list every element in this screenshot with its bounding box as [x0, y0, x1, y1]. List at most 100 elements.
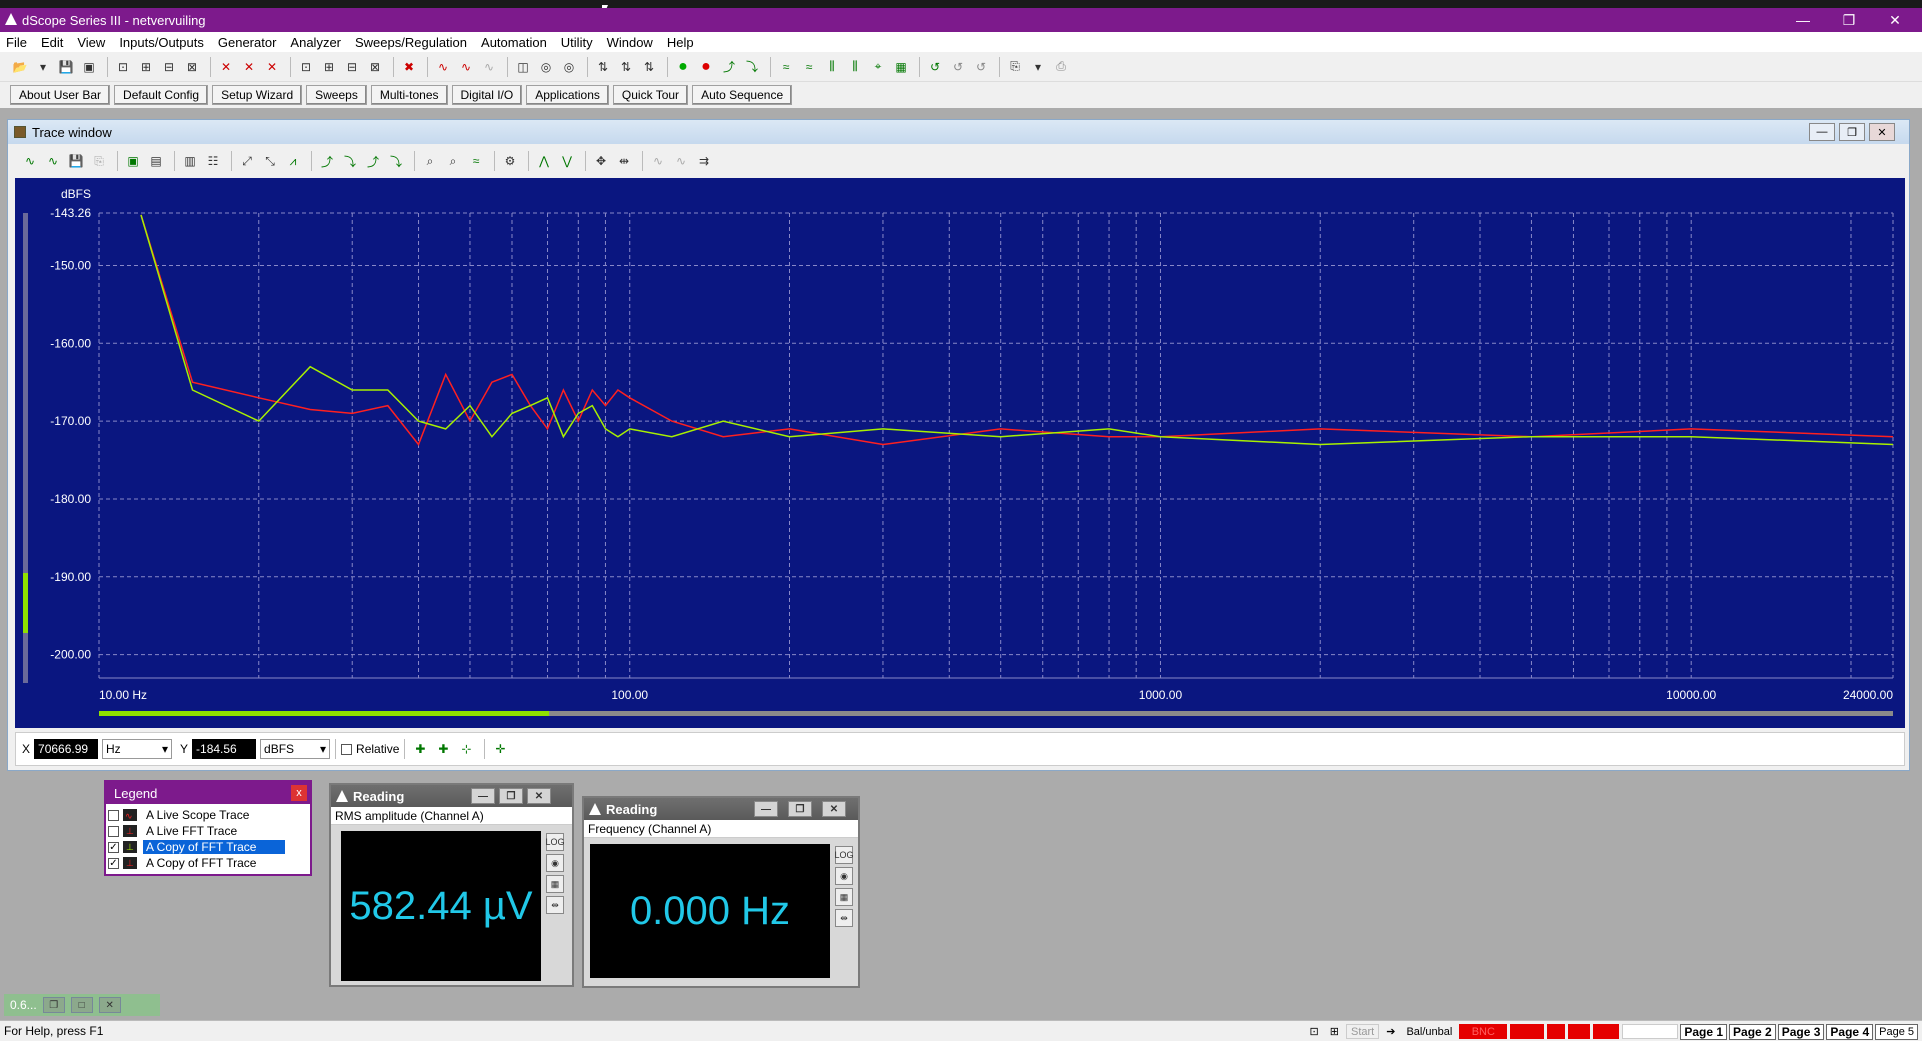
page-1-button[interactable]: Page 1 — [1680, 1023, 1728, 1040]
x-value-field[interactable]: 70666.99 — [34, 739, 99, 759]
trace-plot[interactable]: -143.26 -150.00 -160.00 -170.00 -180.00 -190.… — [15, 178, 1905, 728]
multi-tones-button[interactable]: Multi-tones — [370, 85, 448, 105]
legend-checkbox[interactable] — [108, 825, 119, 837]
trace-icon[interactable]: ∿ — [433, 57, 453, 77]
cursor-icon[interactable]: ⤵ — [386, 151, 406, 171]
cursor-settings-icon[interactable]: ✛ — [490, 739, 510, 759]
page-2-button[interactable]: Page 2 — [1729, 1023, 1776, 1040]
maximize-button[interactable]: ❐ — [1826, 8, 1872, 32]
log-icon[interactable]: LOG — [546, 833, 565, 851]
restore-icon[interactable]: ❐ — [42, 997, 65, 1013]
quick-tour-button[interactable]: Quick Tour — [612, 85, 689, 105]
x-unit-select[interactable]: Hz ▾ — [102, 739, 173, 759]
menu-window[interactable]: Window — [607, 35, 653, 50]
pan-icon[interactable]: ✥ — [591, 151, 611, 171]
cursor-icon[interactable]: ⤵ — [340, 151, 360, 171]
trace-icon[interactable]: ∿ — [479, 57, 499, 77]
filter-icon[interactable]: ≈ — [776, 57, 796, 77]
legend-item[interactable]: ⊥ A Live FFT Trace — [106, 823, 310, 839]
dropdown-arrow-icon[interactable]: ▾ — [33, 57, 53, 77]
curve-icon[interactable]: ⇉ — [694, 151, 714, 171]
menu-generator[interactable]: Generator — [218, 35, 277, 50]
generator-off-icon[interactable]: ✕ — [216, 57, 236, 77]
legend-checkbox[interactable] — [108, 809, 119, 821]
script-icon[interactable]: ↺ — [971, 57, 991, 77]
channel-icon[interactable]: ⇅ — [639, 57, 659, 77]
sweep-icon[interactable]: ⤴ — [719, 57, 739, 77]
minimized-window[interactable]: 0.6... ❐ □ ✕ — [4, 994, 160, 1016]
filter-icon[interactable]: ≈ — [799, 57, 819, 77]
auto-sequence-button[interactable]: Auto Sequence — [692, 85, 793, 105]
reading-close-button[interactable]: ✕ — [822, 801, 846, 817]
digital-io-button[interactable]: Digital I/O — [451, 85, 523, 105]
trace-restore-button[interactable]: ❐ — [1839, 123, 1865, 141]
wave-icon[interactable]: ≈ — [466, 151, 486, 171]
marker-icon[interactable]: ⋁ — [557, 151, 577, 171]
dropdown-arrow-icon[interactable]: ▾ — [1028, 57, 1048, 77]
chart-icon[interactable]: ▦ — [835, 888, 853, 906]
curve-icon[interactable]: ∿ — [648, 151, 668, 171]
channel-icon[interactable]: ⇅ — [593, 57, 613, 77]
sweep-settings-icon[interactable]: ⤵ — [742, 57, 762, 77]
graph-icon[interactable]: ▤ — [146, 151, 166, 171]
resize-icon[interactable]: ⇹ — [546, 896, 564, 914]
cursor-icon[interactable]: ⤴ — [363, 151, 383, 171]
add-cursor-icon[interactable]: ✚ — [433, 739, 453, 759]
generator-off-icon[interactable]: ✕ — [262, 57, 282, 77]
page-4-button[interactable]: Page 4 — [1826, 1023, 1874, 1040]
save-icon[interactable]: 💾 — [56, 57, 76, 77]
save-all-icon[interactable]: ▣ — [79, 57, 99, 77]
input-icon[interactable]: ⊞ — [319, 57, 339, 77]
about-user-bar-button[interactable]: About User Bar — [10, 85, 111, 105]
default-config-button[interactable]: Default Config — [114, 85, 209, 105]
chart-icon[interactable]: ▦ — [546, 875, 564, 893]
output-icon[interactable]: ⊡ — [113, 57, 133, 77]
meter-icon[interactable]: ◉ — [546, 854, 564, 872]
legend-item[interactable]: ✓ ⊥ A Copy of FFT Trace — [106, 839, 310, 855]
legend-checkbox[interactable]: ✓ — [108, 857, 119, 869]
zoom-icon[interactable]: ⤢ — [237, 151, 257, 171]
open-icon[interactable]: 📂 — [10, 57, 30, 77]
y-unit-select[interactable]: dBFS ▾ — [260, 739, 331, 759]
legend-checkbox[interactable]: ✓ — [108, 841, 119, 853]
log-icon[interactable]: LOG — [835, 846, 854, 864]
trace-minimize-button[interactable]: — — [1809, 123, 1835, 141]
applications-button[interactable]: Applications — [526, 85, 609, 105]
settings-icon[interactable]: ⚙ — [500, 151, 520, 171]
bar-icon[interactable]: ⫼ — [822, 57, 842, 77]
resize-icon[interactable]: ⇹ — [835, 909, 853, 927]
output-icon[interactable]: ⊠ — [182, 57, 202, 77]
channel-icon[interactable]: ⇅ — [616, 57, 636, 77]
page-5-button[interactable]: Page 5 — [1875, 1023, 1918, 1040]
maximize-icon[interactable]: □ — [70, 997, 93, 1013]
trace-icon[interactable]: ∿ — [43, 151, 63, 171]
reading-restore-button[interactable]: ❐ — [499, 788, 523, 804]
list-icon[interactable]: ☷ — [203, 151, 223, 171]
output-icon[interactable]: ⊟ — [159, 57, 179, 77]
close-button[interactable]: ✕ — [1872, 8, 1918, 32]
trace-icon[interactable]: ∿ — [20, 151, 40, 171]
meter-icon[interactable]: ◎ — [536, 57, 556, 77]
search-icon[interactable]: ⌕ — [443, 151, 463, 171]
chart-icon[interactable]: ▦ — [891, 57, 911, 77]
reading-close-button[interactable]: ✕ — [527, 788, 551, 804]
menu-edit[interactable]: Edit — [41, 35, 63, 50]
page-3-button[interactable]: Page 3 — [1777, 1023, 1825, 1040]
menu-sweeps-regulation[interactable]: Sweeps/Regulation — [355, 35, 467, 50]
add-cursor-icon[interactable]: ✚ — [410, 739, 430, 759]
scale-icon[interactable]: ⩘ — [283, 151, 303, 171]
y-value-field[interactable]: -184.56 — [192, 739, 257, 759]
stop-icon[interactable]: ✖ — [399, 57, 419, 77]
export-icon[interactable]: ⎘ — [1005, 57, 1025, 77]
run-icon[interactable]: ● — [673, 57, 693, 77]
close-icon[interactable]: ✕ — [98, 997, 121, 1013]
input-icon[interactable]: ⊟ — [342, 57, 362, 77]
input-icon[interactable]: ⊠ — [365, 57, 385, 77]
setup-wizard-button[interactable]: Setup Wizard — [212, 85, 303, 105]
trace-close-button[interactable]: ✕ — [1869, 123, 1895, 141]
graph-icon[interactable]: ▣ — [123, 151, 143, 171]
menu-help[interactable]: Help — [667, 35, 694, 50]
legend-item[interactable]: ∿ A Live Scope Trace — [106, 807, 310, 823]
menu-analyzer[interactable]: Analyzer — [290, 35, 341, 50]
scope-icon[interactable]: ◫ — [513, 57, 533, 77]
